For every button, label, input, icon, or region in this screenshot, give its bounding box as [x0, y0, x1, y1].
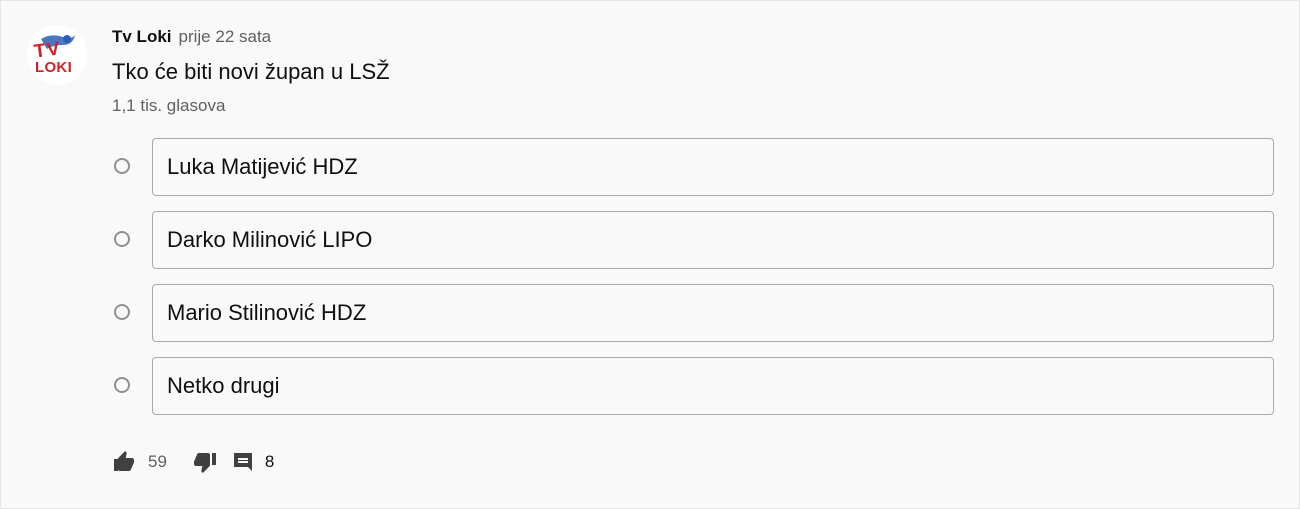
poll-option-button[interactable]: Darko Milinović LIPO: [152, 211, 1274, 269]
comment-count: 8: [264, 452, 275, 471]
poll-option-button[interactable]: Mario Stilinović HDZ: [152, 284, 1274, 342]
radio-button-icon[interactable]: [114, 304, 130, 320]
comments-button[interactable]: 8: [231, 450, 274, 474]
radio-button-icon[interactable]: [114, 158, 130, 174]
thumb-up-icon[interactable]: [112, 450, 136, 474]
poll-question: Tko će biti novi župan u LSŽ: [112, 59, 390, 84]
radio-button-icon[interactable]: [114, 231, 130, 247]
tv-loki-logo-icon: T V LOKI: [27, 25, 87, 85]
comment-icon[interactable]: [231, 450, 255, 474]
poll-option-button[interactable]: Netko drugi: [152, 357, 1274, 415]
dislike-button[interactable]: [193, 450, 217, 474]
poll-option[interactable]: Mario Stilinović HDZ: [112, 284, 1274, 342]
thumb-down-icon[interactable]: [193, 450, 217, 474]
poll-option[interactable]: Netko drugi: [112, 357, 1274, 415]
post-timestamp[interactable]: prije 22 sata: [179, 27, 272, 47]
poll-option[interactable]: Luka Matijević HDZ: [112, 138, 1274, 196]
radio-button-icon[interactable]: [114, 377, 130, 393]
channel-avatar[interactable]: T V LOKI: [27, 25, 87, 85]
poll-option-button[interactable]: Luka Matijević HDZ: [152, 138, 1274, 196]
like-count: 59: [148, 452, 167, 471]
poll-option[interactable]: Darko Milinović LIPO: [112, 211, 1274, 269]
poll-vote-count: 1,1 tis. glasova: [112, 96, 226, 115]
post-header: Tv Loki prije 22 sata: [112, 27, 271, 47]
channel-name-link[interactable]: Tv Loki: [112, 27, 172, 47]
svg-text:LOKI: LOKI: [35, 59, 72, 76]
post-action-bar: 59 8: [112, 449, 274, 475]
community-post-card: T V LOKI Tv Loki prije 22 sata Tko će bi…: [0, 0, 1300, 509]
like-button[interactable]: 59: [112, 450, 167, 474]
